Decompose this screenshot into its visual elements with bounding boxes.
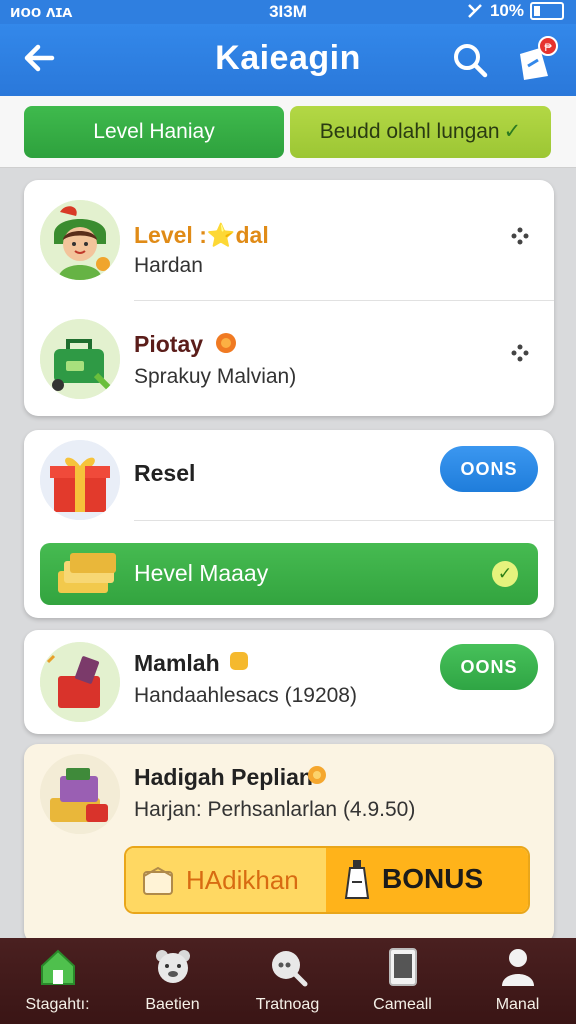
- nav-item-cameall[interactable]: Cameall: [345, 938, 460, 1024]
- sparkle-icon: [511, 344, 529, 362]
- bag-avatar-icon: [40, 319, 120, 399]
- notifications-button[interactable]: ₱: [512, 36, 558, 82]
- money-stack-icon: [58, 553, 116, 593]
- row-title: Hadigah Peplian: [134, 764, 313, 790]
- tab-strip: Level Haniay Beudd olahl lungan ✓: [0, 96, 576, 168]
- nav-item-tratnoag[interactable]: Tratnoag: [230, 938, 345, 1024]
- claim-button[interactable]: OONS: [440, 446, 538, 492]
- coin-icon: [308, 766, 326, 784]
- avatar: [40, 754, 120, 834]
- level-card: Level :⭐dal Hardan Piotay Sprakuy Malvia…: [24, 180, 554, 416]
- nav-item-stagahti[interactable]: Stagahtı:: [0, 938, 115, 1024]
- nav-item-baetien[interactable]: Baetien: [115, 938, 230, 1024]
- treasure-pile-icon: [40, 754, 120, 834]
- nav-label: Baetien: [145, 996, 200, 1013]
- tab-beudd-olahl[interactable]: Beudd olahl lungan ✓: [290, 106, 551, 158]
- bottle-icon: [344, 860, 370, 899]
- nav-label: Manal: [495, 996, 540, 1013]
- tab-label: Level Haniay: [93, 120, 215, 143]
- list-item-level[interactable]: Level :⭐dal Hardan: [24, 180, 554, 300]
- hadikhan-button[interactable]: HAdikhan: [126, 848, 326, 912]
- girl-avatar-icon: [40, 200, 120, 280]
- gift-box-icon: [40, 440, 120, 520]
- home-icon: [41, 949, 75, 985]
- search-button[interactable]: [448, 38, 492, 82]
- notification-badge: ₱: [538, 36, 558, 56]
- row-title: Mamlah: [134, 650, 220, 676]
- row-title: Resel: [134, 460, 196, 486]
- row-title: Level :⭐dal: [134, 222, 269, 248]
- battery-icon: [530, 2, 564, 20]
- list-item-piotay[interactable]: Piotay Sprakuy Malvian): [24, 301, 554, 416]
- divider: [134, 520, 554, 521]
- nav-label: Cameall: [373, 996, 432, 1013]
- bar-label: Hevel Maaay: [134, 560, 269, 586]
- check-icon: ✓: [503, 120, 522, 143]
- button-label: BONUS: [382, 863, 484, 894]
- person-icon: [502, 949, 534, 986]
- button-label: HAdikhan: [186, 865, 299, 895]
- bear-icon: [156, 950, 190, 983]
- battery-percent: 10%: [489, 1, 524, 20]
- search-icon: [454, 44, 488, 78]
- coin-icon: [230, 652, 248, 670]
- status-icons: 10%: [466, 1, 564, 21]
- reward-button-group: HAdikhan BONUS: [124, 846, 530, 914]
- row-subtitle: Sprakuy Malvian): [134, 365, 297, 388]
- tablet-icon: [389, 948, 417, 986]
- hevel-maaay-button[interactable]: Hevel Maaay ✓: [40, 543, 538, 605]
- coin-icon: [216, 333, 236, 353]
- tab-label: Beudd olahl lungan: [319, 120, 500, 143]
- claim-button[interactable]: OONS: [440, 644, 538, 690]
- hadigah-card: Hadigah Peplian Harjan: Perhsanlarlan (4…: [24, 744, 554, 944]
- chat-search-icon: [272, 951, 308, 987]
- nav-label: Stagahtı:: [25, 996, 90, 1013]
- avatar: [40, 440, 120, 520]
- tab-level-haniay[interactable]: Level Haniay: [24, 106, 284, 158]
- app-bar: Kaieagin ₱: [0, 24, 576, 96]
- row-title: Piotay: [134, 331, 204, 357]
- reward-card: Resel OONS Hevel Maaay ✓: [24, 430, 554, 618]
- nav-label: Tratnoag: [255, 996, 320, 1013]
- avatar: [40, 319, 120, 399]
- row-subtitle: Harjan: Perhsanlarlan (4.9.50): [134, 798, 416, 821]
- box-icon: [143, 866, 173, 895]
- bonus-button[interactable]: BONUS: [326, 848, 528, 912]
- signal-icon: [468, 4, 482, 18]
- avatar: [40, 200, 120, 280]
- row-subtitle: Hardan: [134, 254, 203, 277]
- status-bar: ᴎᴏᴏ ᴧɪᴀ 3I3M 10%: [0, 0, 576, 24]
- row-subtitle: Handaahlesacs (19208): [134, 684, 357, 707]
- red-box-icon: [40, 642, 120, 722]
- check-icon: ✓: [492, 561, 518, 587]
- sparkle-icon: [511, 227, 529, 245]
- mamlah-card[interactable]: Mamlah Handaahlesacs (19208) OONS: [24, 630, 554, 734]
- bottom-nav: Stagahtı: Baetien Tratnoag Cameall Manal: [0, 938, 576, 1024]
- nav-item-manal[interactable]: Manal: [460, 938, 575, 1024]
- avatar: [40, 642, 120, 722]
